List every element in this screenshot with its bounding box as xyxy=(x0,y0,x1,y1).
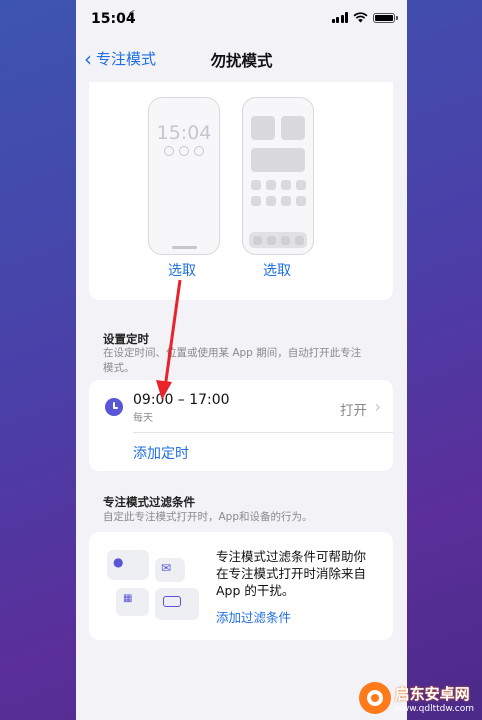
back-button[interactable]: ‹ 专注模式 xyxy=(84,48,156,69)
watermark: 启东安卓网 www.qdlttdw.com xyxy=(358,682,474,714)
chevron-left-icon: ‹ xyxy=(84,46,92,71)
schedule-status: 打开 xyxy=(340,403,367,419)
dock-app-placeholder xyxy=(281,236,290,245)
schedule-card: 09:00 – 17:00 每天 打开 › 添加定时 xyxy=(89,380,393,471)
schedule-section-description: 在设定时间、位置或使用某 App 期间，自动打开此专注模式。 xyxy=(103,347,362,374)
divider xyxy=(133,432,393,433)
app-placeholder xyxy=(251,180,261,190)
watermark-logo-icon xyxy=(358,682,391,714)
chevron-right-icon: › xyxy=(374,397,381,416)
moon-icon: ☾ xyxy=(128,9,140,24)
battery-icon xyxy=(373,12,398,23)
lock-screen-widgets xyxy=(149,146,219,156)
filters-body-text: 专注模式过滤条件可帮助你在专注模式打开时消除来自 App 的干扰。 xyxy=(216,549,367,598)
widget-placeholder xyxy=(281,116,305,140)
app-placeholder xyxy=(251,196,261,206)
dock-app-placeholder xyxy=(295,236,304,245)
nav-bar: ‹ 专注模式 勿扰模式 xyxy=(76,42,407,76)
dock-app-placeholder xyxy=(267,236,276,245)
chat-bubble-icon: ● xyxy=(113,555,124,569)
add-filter-button[interactable]: 添加过滤条件 xyxy=(216,607,291,626)
filter-illustration-tile xyxy=(155,588,199,620)
filters-section-header: 专注模式过滤条件 xyxy=(103,495,195,509)
calendar-icon: ▦ xyxy=(123,593,133,604)
home-indicator xyxy=(172,246,197,249)
home-screen-pick-button[interactable]: 选取 xyxy=(263,260,291,280)
phone-screen: 15:04 ☾ ‹ 专注模式 勿扰模式 15:04 选取 选取 设置定时 在设定… xyxy=(76,0,407,720)
watermark-title: 启东安卓网 xyxy=(394,684,470,703)
widget-placeholder xyxy=(251,148,305,172)
mail-icon: ✉ xyxy=(161,561,172,575)
schedule-row[interactable]: 09:00 – 17:00 每天 打开 › xyxy=(89,380,393,432)
app-placeholder xyxy=(266,196,276,206)
app-placeholder xyxy=(281,180,291,190)
filter-illustration-tile: ✉ xyxy=(155,558,185,582)
schedule-section-header: 设置定时 xyxy=(103,332,149,346)
watermark-url: www.qdlttdw.com xyxy=(394,703,474,714)
widget-placeholder xyxy=(251,116,275,140)
filters-card: ● ✉ ▦ 专注模式过滤条件可帮助你在专注模式打开时消除来自 App 的干扰。 … xyxy=(89,532,393,640)
schedule-repeat: 每天 xyxy=(133,413,153,424)
screens-card: 15:04 选取 选取 xyxy=(89,82,393,300)
app-placeholder xyxy=(296,180,306,190)
app-placeholder xyxy=(266,180,276,190)
schedule-time: 09:00 – 17:00 xyxy=(133,392,230,408)
app-placeholder xyxy=(296,196,306,206)
clock-icon xyxy=(105,398,123,416)
lock-screen-time: 15:04 xyxy=(156,122,212,144)
filters-section-description: 自定此专注模式打开时，App和设备的行为。 xyxy=(103,511,313,523)
wifi-icon xyxy=(353,12,368,23)
battery-toggle-icon xyxy=(163,596,181,607)
app-placeholder xyxy=(281,196,291,206)
home-screen-preview[interactable] xyxy=(242,97,314,255)
status-bar: 15:04 ☾ xyxy=(76,0,407,38)
signal-icon xyxy=(331,12,348,23)
lock-screen-pick-button[interactable]: 选取 xyxy=(168,260,196,280)
dock-app-placeholder xyxy=(253,236,262,245)
add-schedule-button[interactable]: 添加定时 xyxy=(133,443,189,463)
filter-illustration-tile: ● xyxy=(107,550,149,580)
lock-screen-preview[interactable]: 15:04 xyxy=(148,97,220,255)
back-label: 专注模式 xyxy=(96,50,157,68)
filter-illustration-tile: ▦ xyxy=(116,588,149,616)
